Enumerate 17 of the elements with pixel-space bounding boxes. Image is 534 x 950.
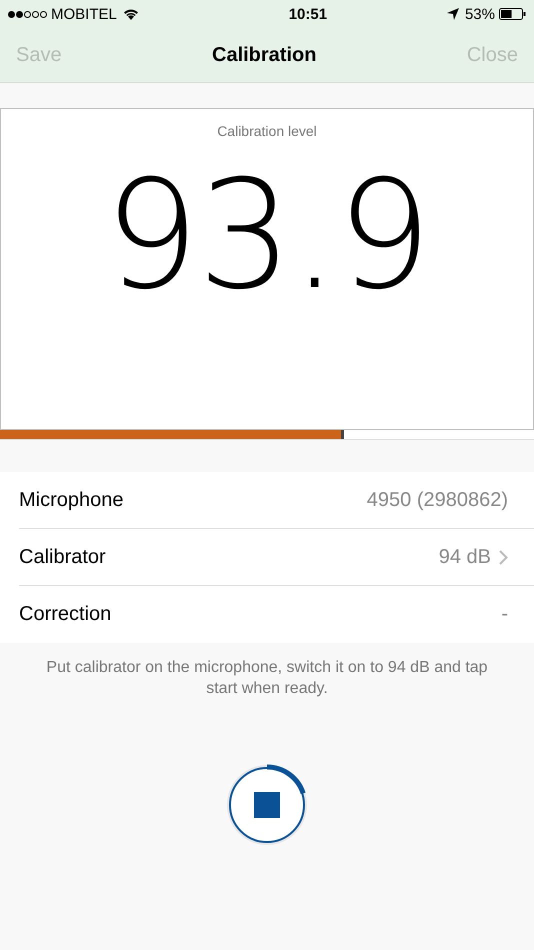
location-arrow-icon — [446, 8, 459, 20]
row-value: 94 dB — [438, 546, 491, 568]
row-label: Microphone — [19, 488, 124, 512]
carrier-name: MOBITEL — [51, 6, 117, 22]
instruction-text: Put calibrator on the microphone, switch it on to 94 dB and tap start when ready. — [45, 658, 489, 699]
row-label: Calibrator — [19, 546, 106, 568]
row-value: 4950 (2980862) — [366, 488, 508, 512]
battery-icon — [499, 8, 526, 20]
level-value: 93.9 — [104, 161, 430, 311]
row-label: Correction — [19, 603, 112, 626]
battery-percent: 53% — [464, 6, 495, 22]
card-label: Calibration level — [217, 123, 317, 139]
stop-button[interactable] — [225, 763, 309, 847]
clock-time: 10:51 — [288, 6, 328, 22]
wifi-icon — [122, 8, 139, 20]
screen-title: Calibration — [212, 44, 316, 66]
row-value: - — [501, 603, 508, 626]
